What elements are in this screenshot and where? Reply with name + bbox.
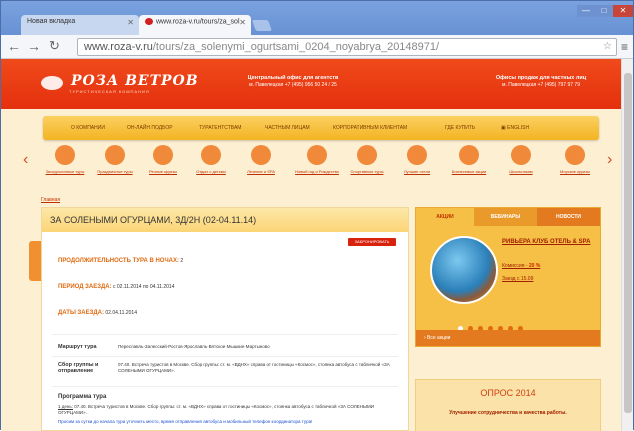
divider — [52, 334, 398, 335]
office-private-title: Офисы продаж для частных лиц — [495, 75, 587, 81]
departure-link[interactable]: Заезд с 15.09 — [502, 276, 533, 282]
businessman-icon — [459, 145, 479, 165]
period-field: ПЕРИОД ЗАЕЗДА: с 02.11.2014 по 04.11.201… — [58, 284, 175, 290]
new-tab-button[interactable] — [251, 20, 273, 31]
hotel-link[interactable]: РИВЬЕРА КЛУБ ОТЕЛЬ & SPA — [502, 238, 596, 246]
close-tab-icon[interactable]: ✕ — [239, 18, 246, 27]
favicon-icon — [145, 18, 153, 25]
scrollbar-thumb[interactable] — [624, 73, 632, 413]
url-path: /tours/za_solenymi_ogurtsami_0204_noyabr… — [152, 41, 440, 53]
chrome-menu-icon[interactable]: ≡ — [621, 40, 628, 54]
church-icon — [55, 145, 75, 165]
menu-item-agencies[interactable]: ТУРАГЕНТСТВАМ — [199, 125, 241, 131]
tab-roza[interactable]: www.roza-v.ru/tours/za_sol ✕ — [139, 15, 251, 35]
url-host: www.roza-v.ru — [84, 41, 153, 53]
menu-item-about[interactable]: О КОМПАНИИ — [71, 125, 105, 131]
sidebar-tabs: АКЦИИ ВЕБИНАРЫ НОВОСТИ — [416, 208, 600, 226]
runner-icon — [357, 145, 377, 165]
site-logo[interactable]: РОЗА ВЕТРОВ — [71, 73, 199, 89]
divider — [52, 356, 398, 357]
rose-logo-icon — [41, 76, 63, 90]
program-heading: Программа тура — [58, 394, 107, 400]
office-agents-title: Центральный офис для агентств — [247, 75, 339, 81]
dates-field: ДАТЫ ЗАЕЗДА: 02.04.11.2014 — [58, 310, 137, 316]
browser-titlebar: Новая вкладка ✕ www.roza-v.ru/tours/za_s… — [1, 1, 633, 59]
category-sea[interactable]: Морские круизы — [553, 141, 597, 175]
tour-panel: ЗА СОЛЕНЫМИ ОГУРЦАМИ, 3Д/2Н (02-04.11.14… — [41, 207, 409, 431]
ship-icon — [153, 145, 173, 165]
poll-text: Улучшение сотрудничества и качества рабо… — [449, 410, 567, 416]
tab-webinars[interactable]: ВЕБИНАРЫ — [474, 208, 537, 226]
callback-side-tab[interactable] — [29, 241, 41, 281]
category-river[interactable]: Речные круизы — [141, 141, 185, 175]
tab-actions[interactable]: АКЦИИ — [416, 208, 474, 226]
main-menu: О КОМПАНИИ ОН-ЛАЙН ПОДБОР ТУРАГЕНТСТВАМ … — [43, 116, 599, 140]
promo-sidebar: АКЦИИ ВЕБИНАРЫ НОВОСТИ РИВЬЕРА КЛУБ ОТЕЛ… — [415, 207, 601, 347]
address-bar[interactable]: www.roza-v.ru/tours/za_solenymi_ogurtsam… — [77, 38, 617, 56]
site-header: РОЗА ВЕТРОВ ТУРИСТИЧЕСКАЯ КОМПАНИЯ Центр… — [1, 59, 621, 109]
categories-next-icon[interactable]: › — [607, 151, 612, 169]
poll-box[interactable]: ОПРОС 2014 Улучшение сотрудничества и ка… — [415, 379, 601, 431]
browser-window: Новая вкладка ✕ www.roza-v.ru/tours/za_s… — [0, 0, 634, 431]
office-agents: Центральный офис для агентств м. Павелец… — [223, 75, 363, 89]
tour-title: ЗА СОЛЕНЫМИ ОГУРЦАМИ, 3Д/2Н (02-04.11.14… — [42, 208, 408, 232]
all-actions-link[interactable]: › Все акции — [416, 330, 600, 346]
santa-icon — [307, 145, 327, 165]
forward-icon[interactable]: → — [27, 38, 41, 54]
carousel-dots — [458, 318, 528, 331]
category-holiday[interactable]: Праздничные туры — [93, 141, 137, 175]
category-strip: Экскурсионные туры Праздничные туры Речн… — [1, 141, 621, 191]
category-excursion[interactable]: Экскурсионные туры — [43, 141, 87, 175]
office-private-info: м. Павелецкая +7 (495) 797 97 79 — [502, 82, 580, 88]
menu-item-online[interactable]: ОН-ЛАЙН ПОДБОР — [127, 125, 173, 131]
category-business[interactable]: Бизнесевые акции — [447, 141, 491, 175]
category-newyear[interactable]: Новый год и Рождество — [295, 141, 339, 175]
spa-icon — [251, 145, 271, 165]
category-hotels[interactable]: Лучшие отели — [395, 141, 439, 175]
menu-item-private[interactable]: ЧАСТНЫМ ЛИЦАМ — [265, 125, 310, 131]
child-icon — [201, 145, 221, 165]
category-spa[interactable]: Лечение и SPA — [239, 141, 283, 175]
nights-field: ПРОДОЛЖИТЕЛЬНОСТЬ ТУРА В НОЧАХ: 2 — [58, 258, 184, 264]
commission-link[interactable]: Комиссия - 20 % — [502, 263, 540, 269]
category-school[interactable]: Школьникам — [499, 141, 543, 175]
back-icon[interactable]: ← — [7, 38, 21, 54]
people-icon — [105, 145, 125, 165]
day-1-text: 1 день: 07.40. Встреча туристов в Москве… — [58, 404, 374, 415]
close-tab-icon[interactable]: ✕ — [127, 18, 134, 27]
logo-subtitle: ТУРИСТИЧЕСКАЯ КОМПАНИЯ — [69, 89, 150, 94]
scrollbar[interactable] — [621, 59, 633, 431]
category-sport[interactable]: Спортивные туры — [345, 141, 389, 175]
hotel-photo[interactable] — [430, 236, 498, 304]
tab-new[interactable]: Новая вкладка ✕ — [21, 15, 139, 35]
menu-item-english[interactable]: ▣ ENGLISH — [501, 125, 529, 131]
maximize-button[interactable]: □ — [595, 5, 613, 17]
tour-note: Просим за сутки до начала тура уточнить … — [58, 419, 313, 424]
tab-news[interactable]: НОВОСТИ — [537, 208, 600, 226]
poll-title: ОПРОС 2014 — [480, 388, 536, 398]
office-agents-info: м. Павелецкая +7 (495) 956 50 24 / 25 — [249, 82, 337, 88]
browser-toolbar: ← → ↻ www.roza-v.ru/tours/za_solenymi_og… — [1, 35, 633, 59]
close-window-button[interactable]: ✕ — [613, 5, 633, 17]
tab-title: Новая вкладка — [27, 18, 76, 25]
student-icon — [511, 145, 531, 165]
divider — [52, 386, 398, 387]
page-viewport: РОЗА ВЕТРОВ ТУРИСТИЧЕСКАЯ КОМПАНИЯ Центр… — [1, 59, 621, 431]
reload-icon[interactable]: ↻ — [49, 38, 60, 54]
minimize-button[interactable]: — — [577, 5, 595, 17]
menu-item-where-buy[interactable]: ГДЕ КУПИТЬ — [445, 125, 475, 131]
breadcrumb[interactable]: Главная — [41, 197, 60, 203]
office-private: Офисы продаж для частных лиц м. Павелецк… — [471, 75, 611, 89]
cruise-ship-icon — [565, 145, 585, 165]
thumbs-up-icon — [407, 145, 427, 165]
bookmark-star-icon[interactable]: ☆ — [603, 41, 612, 52]
tab-title: www.roza-v.ru/tours/za_sol — [156, 18, 240, 26]
category-kids[interactable]: Отдых с детьми — [189, 141, 233, 175]
book-button[interactable]: ЗАБРОНИРОВАТЬ — [348, 238, 396, 246]
menu-item-corporate[interactable]: КОРПОРАТИВНЫМ КЛИЕНТАМ — [333, 125, 407, 131]
